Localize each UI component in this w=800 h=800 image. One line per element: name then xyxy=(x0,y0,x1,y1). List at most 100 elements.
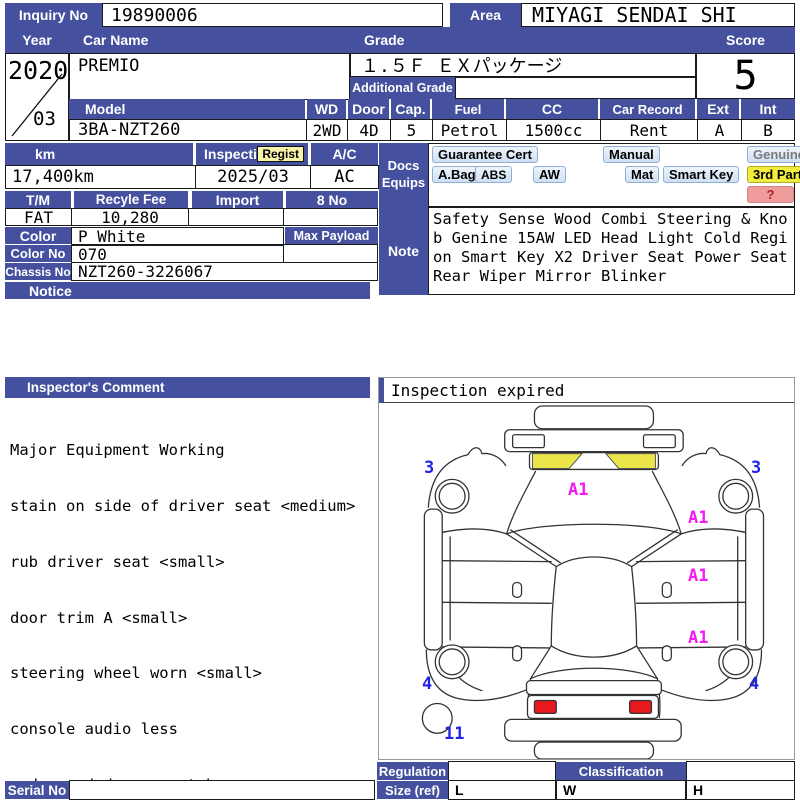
int-label: Int xyxy=(741,99,795,119)
ac-value: AC xyxy=(310,165,379,189)
comment-line: Major Equipment Working xyxy=(10,441,225,460)
grade-value: １.５Ｆ ＥＸパッケージ xyxy=(350,53,696,77)
aw-badge: AW xyxy=(533,166,566,183)
comment-line: stain on side of driver seat <medium> xyxy=(10,496,356,515)
damage-mark-front-left: 3 xyxy=(424,458,435,478)
model-value: 3BA-NZT260 xyxy=(69,119,307,141)
score-value: 5 xyxy=(696,53,795,99)
door-label: Door xyxy=(348,99,389,119)
diagram-panel: Inspection expired 3 3 A1 A1 A1 A1 4 4 1… xyxy=(378,377,795,760)
docs-label-text: Docs xyxy=(387,158,420,174)
ext-label: Ext xyxy=(697,99,739,119)
mat-badge: Mat xyxy=(625,166,660,183)
chassis-no-label: Chassis No xyxy=(5,263,71,280)
eight-no-label: 8 No xyxy=(286,191,378,208)
car-outline-drawing xyxy=(421,405,765,759)
inspection-label: Inspection Regist xyxy=(196,143,308,165)
wd-label: WD xyxy=(307,99,346,119)
color-no-value: 070 xyxy=(71,245,284,264)
recycle-fee-value: 10,280 xyxy=(71,208,189,227)
cc-label: CC xyxy=(506,99,598,119)
year-month-value: 03 xyxy=(33,108,56,130)
damage-mark-right-rear-door: A1 xyxy=(688,628,709,648)
inspector-comment-label: Inspector's Comment xyxy=(5,377,370,398)
classification-label: Classification xyxy=(556,762,686,780)
cc-value: 1500cc xyxy=(506,119,601,141)
serial-no-value xyxy=(69,780,375,800)
note-line: b Genine 15AW LED Head Light Cold Regi xyxy=(433,229,788,247)
damage-mark-spare: 11 xyxy=(444,724,465,744)
max-payload-value xyxy=(283,244,378,263)
inspector-comment-text: Major Equipment Working stain on side of… xyxy=(10,404,355,800)
size-w-value: W xyxy=(556,780,686,800)
damage-mark-rear-right: 4 xyxy=(749,674,760,694)
note-text: Safety Sense Wood Combi Steering & Kno b… xyxy=(428,207,795,295)
regist-badge: Regist xyxy=(257,146,304,162)
damage-mark-rear-left: 4 xyxy=(422,674,433,694)
chassis-no-value: NZT260-3226067 xyxy=(71,262,378,281)
color-label: Color xyxy=(5,227,71,244)
int-value: B xyxy=(741,119,795,141)
fuel-value: Petrol xyxy=(432,119,507,141)
year-label: Year xyxy=(5,27,69,53)
cap-label: Cap. xyxy=(391,99,430,119)
recycle-fee-label: Recyle Fee xyxy=(74,191,188,208)
inquiry-no-label: Inquiry No xyxy=(5,3,102,27)
color-value: P White xyxy=(71,227,284,246)
classification-value xyxy=(686,761,795,781)
damage-mark-hood: A1 xyxy=(568,480,589,500)
cap-value: 5 xyxy=(390,119,433,141)
size-h-value: H xyxy=(686,780,795,800)
wd-value: 2WD xyxy=(306,119,348,141)
grade-label: Grade xyxy=(350,27,696,53)
fuel-label: Fuel xyxy=(432,99,504,119)
docs-equips-label: Docs Equips xyxy=(379,143,428,207)
size-ref-label: Size (ref) xyxy=(377,781,448,799)
max-payload-label: Max Payload xyxy=(285,227,378,244)
year-cell: 2020 03 xyxy=(5,53,69,141)
door-value: 4D xyxy=(347,119,391,141)
damage-mark-right-fender: A1 xyxy=(688,508,709,528)
guarantee-cert-badge: Guarantee Cert xyxy=(432,146,538,163)
regulation-value xyxy=(448,761,556,781)
car-name-label: Car Name xyxy=(69,27,350,53)
import-label: Import xyxy=(192,191,283,208)
car-name-value: PREMIO xyxy=(69,53,350,100)
genuine-badge: Genuine xyxy=(747,146,800,163)
auction-sheet: Inquiry No 19890006 Area MIYAGI SENDAI S… xyxy=(0,0,800,800)
note-line: on Smart Key X2 Driver Seat Power Seat xyxy=(433,248,788,266)
unknown-badge: ? xyxy=(747,186,794,203)
note-line: Rear Wiper Mirror Blinker xyxy=(433,267,667,285)
inspection-value: 2025/03 xyxy=(195,165,311,189)
damage-mark-front-right: 3 xyxy=(751,458,762,478)
manual-badge: Manual xyxy=(603,146,660,163)
additional-grade-label: Additional Grade xyxy=(350,77,455,99)
color-no-label: Color No xyxy=(5,245,71,262)
serial-no-label: Serial No xyxy=(5,781,69,799)
comment-line: rub driver seat <small> xyxy=(10,552,225,571)
km-value: 17,400km xyxy=(5,165,196,189)
note-label: Note xyxy=(379,207,428,295)
comment-line: console audio less xyxy=(10,720,178,739)
tm-value: FAT xyxy=(5,208,72,227)
additional-grade-value xyxy=(455,77,696,99)
km-label: km xyxy=(5,143,193,165)
equips-label-text: Equips xyxy=(381,175,426,190)
model-label: Model xyxy=(69,99,305,119)
damage-mark-right-front-door: A1 xyxy=(688,566,709,586)
eight-no-value xyxy=(283,208,378,226)
ext-value: A xyxy=(697,119,742,141)
smart-key-badge: Smart Key xyxy=(663,166,740,183)
year-value: 2020 xyxy=(8,56,69,85)
area-label: Area xyxy=(450,3,521,27)
area-value: MIYAGI SENDAI SHI xyxy=(521,3,795,27)
car-diagram: 3 3 A1 A1 A1 A1 4 4 11 xyxy=(380,404,793,759)
third-party-badge: 3rd Party xyxy=(747,166,800,183)
notice-label: Notice xyxy=(5,282,370,299)
inquiry-no-value: 19890006 xyxy=(102,3,443,27)
car-record-label: Car Record xyxy=(600,99,695,119)
score-label: Score xyxy=(696,27,795,53)
size-l-value: L xyxy=(448,780,556,800)
comment-line: door trim A <small> xyxy=(10,608,188,627)
abs-badge: ABS xyxy=(475,166,513,183)
